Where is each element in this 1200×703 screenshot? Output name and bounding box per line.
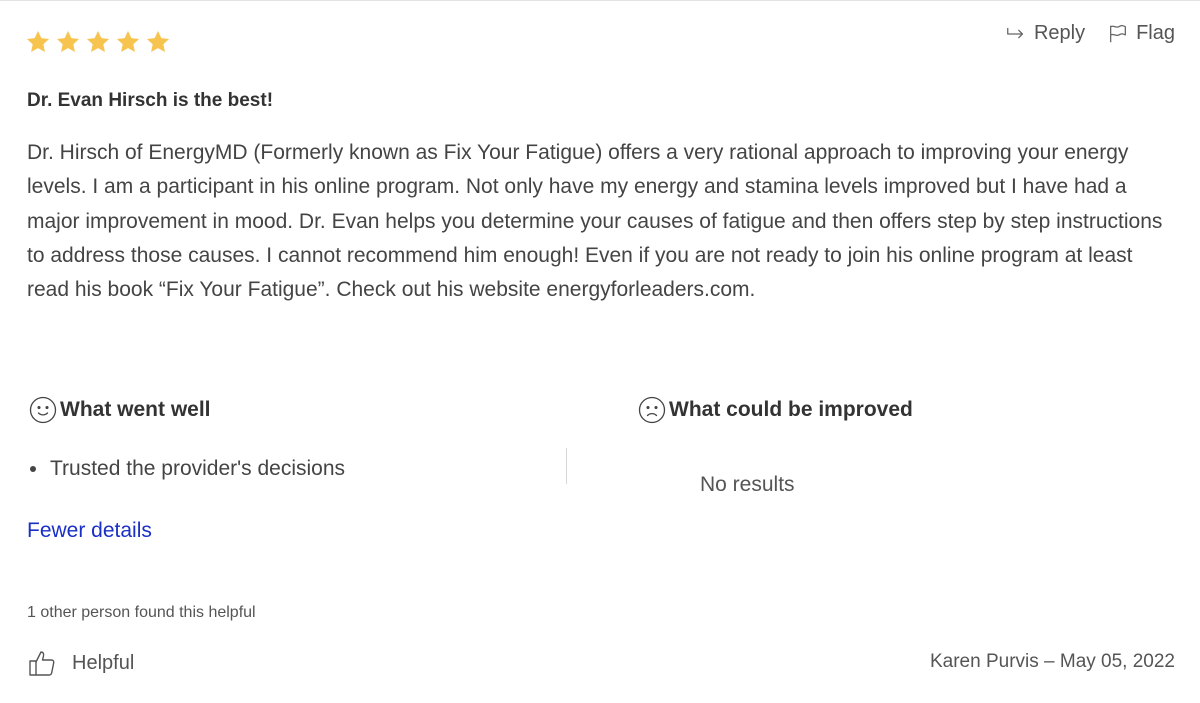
column-divider: [566, 448, 567, 484]
star-icon: [56, 30, 80, 52]
star-icon: [116, 30, 140, 52]
star-icon: [146, 30, 170, 52]
fewer-details-link[interactable]: Fewer details: [27, 519, 152, 543]
reply-button[interactable]: Reply: [1005, 22, 1085, 45]
reply-label: Reply: [1033, 22, 1086, 44]
helpful-button[interactable]: Helpful: [28, 648, 134, 678]
what-could-be-improved-label: What could be improved: [669, 398, 913, 421]
review-body: Dr. Hirsch of EnergyMD (Formerly known a…: [27, 141, 1163, 302]
flag-button[interactable]: Flag: [1107, 22, 1175, 45]
author-date: Karen Purvis – May 05, 2022: [929, 651, 1175, 672]
smile-face-icon: [29, 396, 57, 424]
review-actions: Reply Flag: [1005, 22, 1175, 45]
what-went-well-label: What went well: [60, 398, 211, 421]
helpful-label: Helpful: [72, 651, 135, 674]
star-icon: [26, 30, 50, 52]
went-well-item-text: Trusted the provider's decisions: [50, 457, 346, 480]
what-could-be-improved-heading: What could be improved: [637, 395, 913, 425]
frown-face-icon: [638, 396, 666, 424]
helpful-count-text: 1 other person found this helpful: [27, 604, 256, 621]
thumbs-up-icon: [29, 651, 55, 676]
top-divider: [0, 0, 1200, 1]
what-went-well-heading: What went well: [28, 395, 211, 425]
flag-label: Flag: [1136, 22, 1175, 44]
review-title: Dr. Evan Hirsch is the best!: [27, 90, 274, 111]
star-icon: [86, 30, 110, 52]
reply-arrow-icon: [1007, 27, 1024, 38]
no-results-text: No results: [700, 473, 795, 496]
bullet-icon: [30, 466, 36, 472]
star-rating: [25, 29, 171, 55]
went-well-list-item: Trusted the provider's decisions: [30, 457, 345, 481]
flag-icon: [1110, 24, 1127, 42]
